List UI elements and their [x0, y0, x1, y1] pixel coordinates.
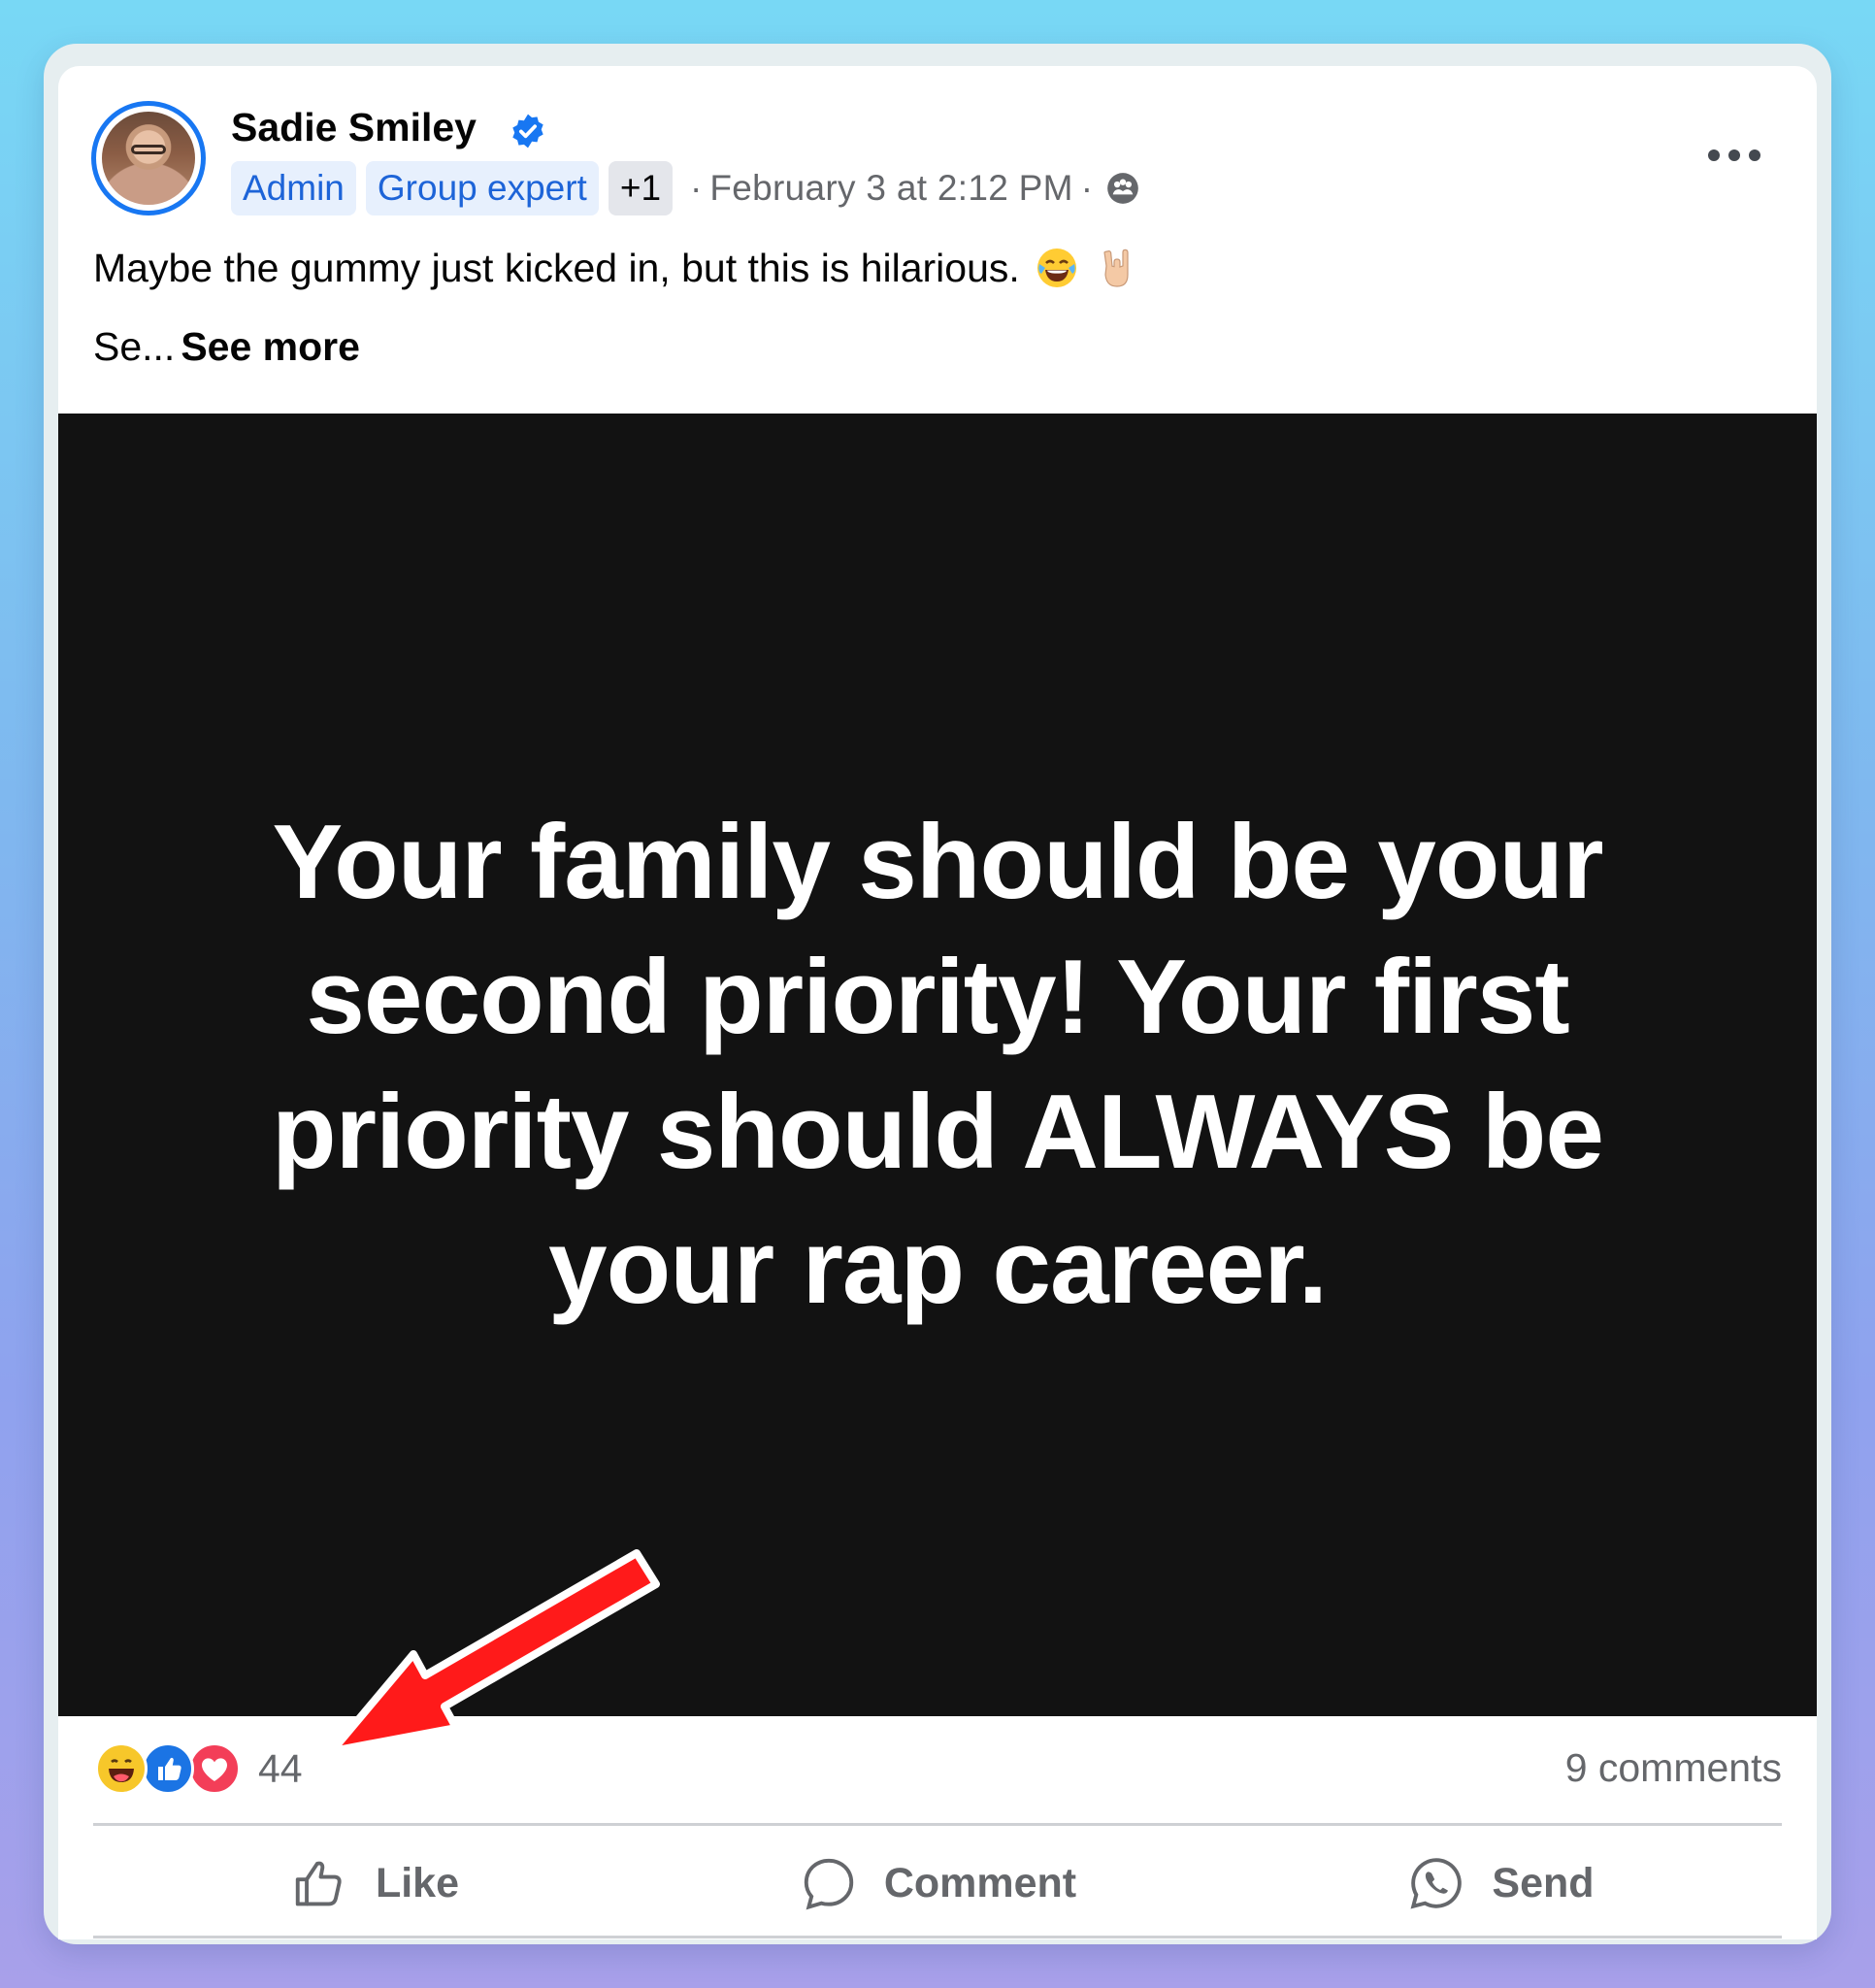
avatar[interactable] — [91, 101, 206, 215]
divider — [93, 1936, 1782, 1938]
post-message: Maybe the gummy just kicked in, but this… — [93, 245, 1020, 290]
like-label: Like — [375, 1859, 460, 1906]
divider — [93, 1823, 1782, 1826]
more-options-button[interactable] — [1708, 146, 1760, 169]
post-image[interactable]: Your family should be your second priori… — [58, 414, 1817, 1716]
group-expert-badge[interactable]: Group expert — [365, 161, 599, 215]
love-icon — [188, 1742, 241, 1795]
like-icon — [142, 1742, 194, 1795]
send-button[interactable]: Send — [1219, 1835, 1782, 1932]
post-timestamp[interactable]: February 3 at 2:12 PM — [709, 168, 1072, 209]
separator-dot: · — [1080, 168, 1094, 208]
post-actions: Like Comment Send — [93, 1835, 1782, 1932]
verified-badge-icon — [512, 114, 543, 149]
author-name[interactable]: Sadie Smiley — [231, 105, 477, 150]
reactions-summary[interactable]: 44 — [95, 1741, 303, 1796]
whatsapp-icon — [1410, 1858, 1463, 1909]
post-meta: Admin Group expert +1 · February 3 at 2:… — [231, 161, 1141, 215]
see-more-link[interactable]: See more — [181, 324, 360, 369]
comment-label: Comment — [883, 1859, 1077, 1906]
image-caption-text: Your family should be your second priori… — [272, 803, 1604, 1326]
tears-of-joy-emoji — [1036, 248, 1076, 287]
truncated-text-row: Se... See more — [93, 324, 360, 370]
comments-count[interactable]: 9 comments — [1565, 1745, 1782, 1791]
reaction-count: 44 — [258, 1745, 303, 1791]
like-button[interactable]: Like — [93, 1835, 656, 1932]
post-text: Maybe the gummy just kicked in, but this… — [93, 245, 1140, 291]
comment-bubble-icon — [804, 1858, 854, 1910]
send-label: Send — [1492, 1859, 1595, 1906]
comment-button[interactable]: Comment — [656, 1835, 1219, 1932]
admin-badge[interactable]: Admin — [231, 161, 356, 215]
truncated-text: Se... — [93, 324, 176, 369]
rock-on-hand-emoji — [1103, 248, 1129, 287]
separator-dot: · — [690, 168, 703, 208]
more-badges-button[interactable]: +1 — [608, 161, 674, 215]
profile-photo — [102, 112, 195, 205]
group-audience-icon[interactable] — [1104, 170, 1141, 207]
thumbs-up-icon — [295, 1861, 342, 1906]
annotation-arrow-icon — [328, 1549, 660, 1755]
haha-icon — [95, 1742, 148, 1795]
